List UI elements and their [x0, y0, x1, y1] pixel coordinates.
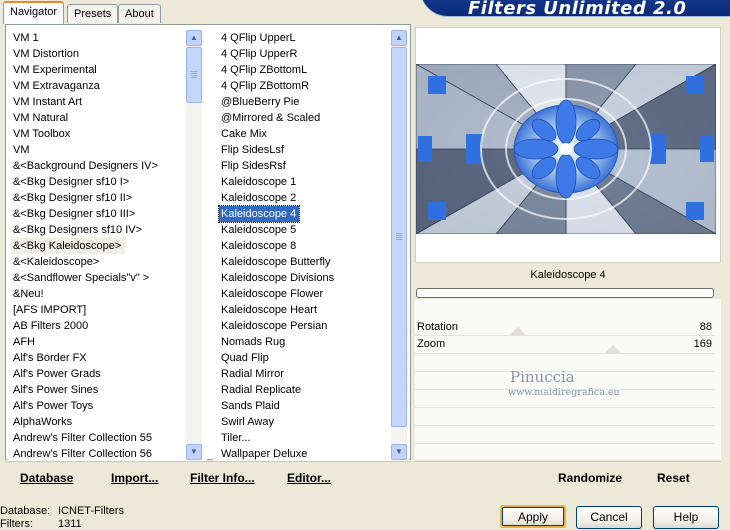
list-item[interactable]: 4 QFlip UpperR: [219, 46, 334, 62]
list-item[interactable]: VM Extravaganza: [11, 78, 158, 94]
category-list-panel: VM 1 VM Distortion VM Experimental VM Extra…: [7, 27, 207, 461]
tab-navigator[interactable]: Navigator: [3, 1, 65, 24]
list-item[interactable]: Kaleidoscope 1: [219, 174, 334, 190]
status-filters-count: 1311: [58, 518, 82, 530]
list-item[interactable]: AB Filters 2000: [11, 318, 158, 334]
scroll-down-icon[interactable]: ▼: [391, 444, 407, 460]
database-button[interactable]: Database: [20, 471, 73, 485]
list-item[interactable]: &<Sandflower Specials"v" >: [11, 270, 158, 286]
scroll-up-icon[interactable]: ▲: [391, 30, 407, 46]
filter-scrollbar[interactable]: ▲ ▼: [391, 30, 407, 460]
list-item[interactable]: Nomads Rug: [219, 334, 334, 350]
param-label: Zoom: [417, 338, 446, 350]
list-item[interactable]: 4 QFlip ZBottomR: [219, 78, 334, 94]
list-item[interactable]: [AFS IMPORT]: [11, 302, 158, 318]
list-item[interactable]: &<Kaleidoscope>: [11, 254, 158, 270]
list-item[interactable]: Kaleidoscope Divisions: [219, 270, 334, 286]
apply-button[interactable]: Apply: [500, 505, 566, 528]
rotation-slider-marker[interactable]: [510, 327, 526, 335]
list-item[interactable]: VM Distortion: [11, 46, 158, 62]
left-toolbar: Database Import... Filter Info... Editor…: [5, 461, 411, 491]
right-toolbar: Randomize Reset: [415, 461, 721, 491]
tab-about[interactable]: About: [118, 4, 161, 23]
list-item[interactable]: AlphaWorks: [11, 414, 158, 430]
list-item[interactable]: Flip SidesLsf: [219, 142, 334, 158]
scroll-up-icon[interactable]: ▲: [186, 30, 202, 46]
app-title-banner: Filters Unlimited 2.0: [420, 0, 730, 19]
kaleidoscope-preview-image: [416, 64, 716, 234]
list-item[interactable]: 4 QFlip UpperL: [219, 30, 334, 46]
scroll-thumb[interactable]: [186, 47, 202, 103]
preview-panel: [415, 27, 721, 263]
status-database-value: ICNET-Filters: [58, 505, 124, 517]
list-item[interactable]: VM Toolbox: [11, 126, 158, 142]
list-item[interactable]: Flip SidesRsf: [219, 158, 334, 174]
list-item[interactable]: Alf's Power Toys: [11, 398, 158, 414]
list-item[interactable]: &<Bkg Designer sf10 III>: [11, 206, 158, 222]
list-item[interactable]: &<Bkg Designers sf10 IV>: [11, 222, 158, 238]
list-item[interactable]: Quad Flip: [219, 350, 334, 366]
list-item[interactable]: VM Experimental: [11, 62, 158, 78]
list-item[interactable]: 4 QFlip ZBottomL: [219, 62, 334, 78]
category-scrollbar[interactable]: ▲ ▼: [186, 30, 202, 460]
list-item[interactable]: AFH: [11, 334, 158, 350]
list-item[interactable]: @Mirrored & Scaled: [219, 110, 334, 126]
list-item[interactable]: &Neu!: [11, 286, 158, 302]
import-button[interactable]: Import...: [111, 471, 158, 485]
list-item[interactable]: &<Bkg Designer sf10 II>: [11, 190, 158, 206]
list-item[interactable]: Kaleidoscope 4: [217, 205, 301, 223]
list-item[interactable]: Radial Replicate: [219, 382, 334, 398]
status-filters-label: Filters:: [0, 518, 33, 530]
editor-button[interactable]: Editor...: [287, 471, 331, 485]
param-zoom[interactable]: Zoom 169: [415, 336, 721, 352]
filter-info-button[interactable]: Filter Info...: [190, 471, 255, 485]
list-item[interactable]: &<Bkg Kaleidoscope>: [11, 238, 126, 254]
list-item[interactable]: Alf's Border FX: [11, 350, 158, 366]
param-rotation[interactable]: Rotation 88: [415, 319, 721, 335]
list-item[interactable]: Radial Mirror: [219, 366, 334, 382]
list-item[interactable]: @BlueBerry Pie: [219, 94, 334, 110]
zoom-slider-marker[interactable]: [605, 345, 621, 353]
param-value: 88: [699, 321, 712, 333]
list-item[interactable]: Kaleidoscope 2: [219, 190, 334, 206]
selected-filter-title: Kaleidoscope 4: [415, 264, 721, 286]
watermark-text: Pinuccia: [510, 368, 575, 386]
progress-bar: [416, 288, 714, 298]
list-item[interactable]: Tiler...: [219, 430, 334, 446]
list-item[interactable]: &<Bkg Designer sf10 I>: [11, 174, 158, 190]
status-database-label: Database:: [0, 505, 51, 517]
list-item[interactable]: Kaleidoscope Heart: [219, 302, 334, 318]
filter-list-panel: 4 QFlip UpperL 4 QFlip UpperR 4 QFlip ZBot…: [213, 27, 409, 461]
scroll-thumb[interactable]: [391, 47, 407, 427]
cancel-button[interactable]: Cancel: [576, 506, 642, 529]
list-item[interactable]: Cake Mix: [219, 126, 334, 142]
list-item[interactable]: Alf's Power Grads: [11, 366, 158, 382]
list-item[interactable]: VM Instant Art: [11, 94, 158, 110]
filter-list[interactable]: 4 QFlip UpperL 4 QFlip UpperR 4 QFlip ZBot…: [217, 30, 334, 462]
scroll-down-icon[interactable]: ▼: [186, 444, 202, 460]
list-item[interactable]: Sands Plaid: [219, 398, 334, 414]
randomize-button[interactable]: Randomize: [558, 471, 622, 485]
list-item[interactable]: Kaleidoscope Butterfly: [219, 254, 334, 270]
list-item[interactable]: VM 1: [11, 30, 158, 46]
list-item[interactable]: Andrew's Filter Collection 56: [11, 446, 158, 462]
list-item[interactable]: &<Background Designers IV>: [11, 158, 158, 174]
param-value: 169: [693, 338, 712, 350]
list-item[interactable]: Swirl Away: [219, 414, 334, 430]
tab-presets[interactable]: Presets: [67, 4, 119, 23]
help-button[interactable]: Help: [653, 506, 719, 529]
watermark-url: www.maidiregrafica.eu: [508, 387, 620, 398]
list-item[interactable]: Kaleidoscope 5: [219, 222, 334, 238]
list-item[interactable]: Wallpaper Deluxe: [219, 446, 334, 462]
list-item[interactable]: Andrew's Filter Collection 55: [11, 430, 158, 446]
param-label: Rotation: [417, 321, 458, 333]
list-item[interactable]: Kaleidoscope 8: [219, 238, 334, 254]
list-item[interactable]: Kaleidoscope Flower: [219, 286, 334, 302]
category-list[interactable]: VM 1 VM Distortion VM Experimental VM Extra…: [11, 30, 158, 462]
list-item[interactable]: VM: [11, 142, 158, 158]
list-item[interactable]: Kaleidoscope Persian: [219, 318, 334, 334]
list-item[interactable]: Alf's Power Sines: [11, 382, 158, 398]
list-item[interactable]: VM Natural: [11, 110, 158, 126]
reset-button[interactable]: Reset: [657, 471, 690, 485]
